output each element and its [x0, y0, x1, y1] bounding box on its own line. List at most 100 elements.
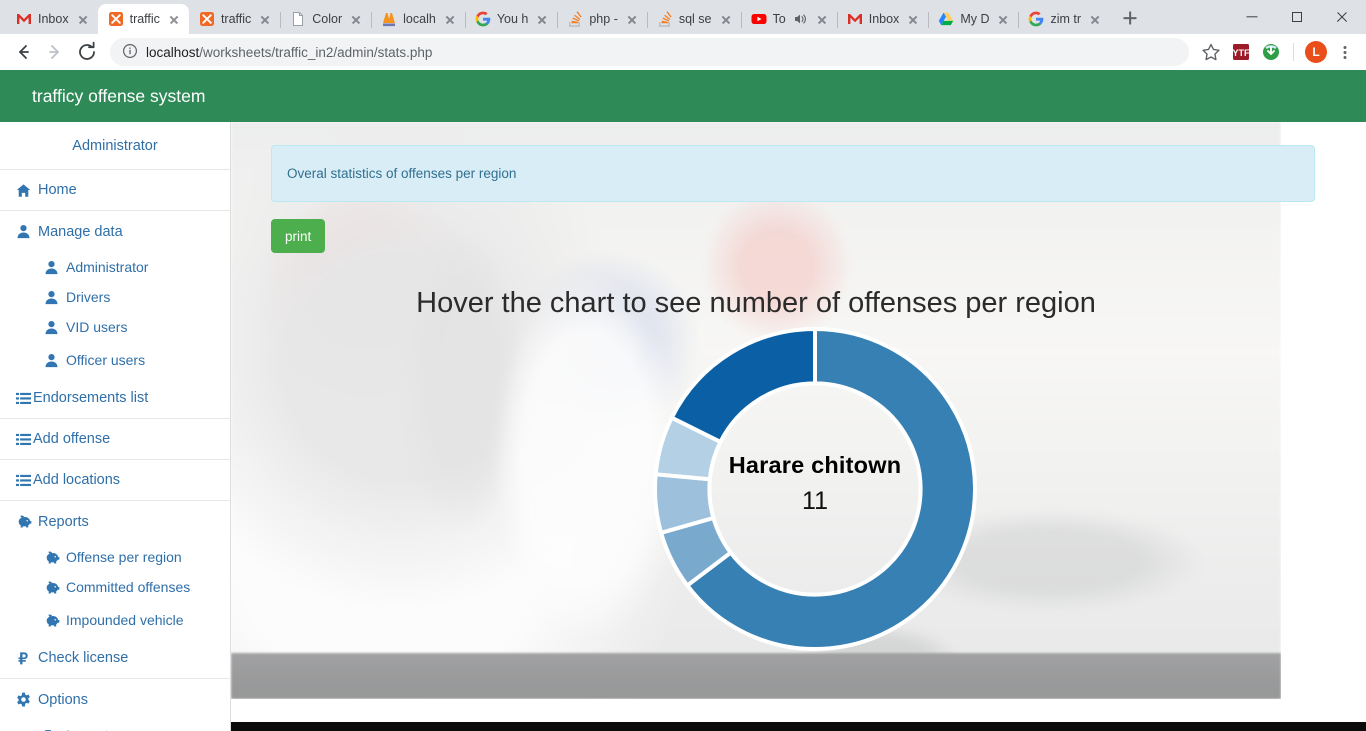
gmail-icon	[847, 11, 863, 27]
avatar[interactable]: L	[1302, 38, 1330, 66]
app-title: trafficy offense system	[32, 85, 206, 106]
close-icon[interactable]	[995, 11, 1011, 27]
google-icon	[475, 11, 491, 27]
tab-title: php -	[589, 12, 618, 26]
xampp-icon	[199, 11, 215, 27]
close-icon[interactable]	[814, 11, 830, 27]
stackoverflow-icon	[657, 11, 673, 27]
sidebar-item-label: Check license	[38, 650, 129, 666]
sidebar-item-options[interactable]: Options	[0, 679, 230, 720]
close-icon[interactable]	[624, 11, 640, 27]
google-drive-icon	[938, 11, 954, 27]
sidebar-item-offense-per-region[interactable]: Offense per region	[0, 542, 230, 572]
browser-tab[interactable]: My D	[928, 4, 1020, 34]
list-icon	[16, 432, 31, 447]
url-text: localhost/worksheets/traffic_in2/admin/s…	[146, 44, 433, 60]
browser-tab[interactable]: You h	[465, 4, 559, 34]
gmail-icon	[16, 11, 32, 27]
browser-tab[interactable]: localh	[371, 4, 466, 34]
close-icon[interactable]	[75, 11, 91, 27]
toolbar-divider	[1293, 43, 1294, 61]
close-icon[interactable]	[905, 11, 921, 27]
address-bar[interactable]: localhost/worksheets/traffic_in2/admin/s…	[110, 38, 1189, 66]
close-icon[interactable]	[718, 11, 734, 27]
browser-toolbar: localhost/worksheets/traffic_in2/admin/s…	[0, 34, 1366, 70]
web-page: trafficy offense system Administrator Ho…	[0, 70, 1366, 731]
tab-strip: Inbox traffic traffic Color localh You h…	[0, 0, 1366, 34]
new-tab-button[interactable]	[1116, 4, 1144, 32]
browser-tab[interactable]: Inbox	[6, 4, 99, 34]
donut-center-label: Harare chitown	[728, 452, 902, 478]
user-icon	[16, 224, 31, 239]
forward-icon[interactable]	[40, 37, 70, 67]
user-icon	[44, 320, 59, 335]
sidebar-item-impounded-vehicle[interactable]: Impounded vehicle	[0, 602, 230, 638]
sidebar-item-vid-users[interactable]: VID users	[0, 312, 230, 342]
speaker-icon[interactable]	[792, 11, 808, 27]
chrome-menu-icon[interactable]	[1332, 38, 1358, 66]
sidebar-item-add-offense[interactable]: Add offense	[0, 419, 230, 460]
stackoverflow-icon	[567, 11, 583, 27]
extension-idm-icon[interactable]	[1257, 38, 1285, 66]
back-icon[interactable]	[8, 37, 38, 67]
extension-ytf-icon[interactable]: YTF	[1227, 38, 1255, 66]
close-icon[interactable]	[442, 11, 458, 27]
chart-heading: Hover the chart to see number of offense…	[416, 287, 1096, 319]
tab-title: Inbox	[868, 12, 900, 26]
user-icon	[44, 260, 59, 275]
sidebar-item-committed-offenses[interactable]: Committed offenses	[0, 572, 230, 602]
sidebar-item-officer-users[interactable]: Officer users	[0, 342, 230, 378]
print-button[interactable]: print	[271, 219, 326, 253]
reload-icon[interactable]	[72, 37, 102, 67]
window-controls	[1229, 0, 1366, 34]
list-icon	[16, 473, 31, 488]
sidebar-item-label: Home	[38, 182, 77, 198]
sidebar-item-reports[interactable]: Reports	[0, 501, 230, 542]
donut-center-value: 11	[802, 487, 828, 515]
sidebar-item-manage-data[interactable]: Manage data	[0, 211, 230, 252]
browser-tab[interactable]: traffic	[189, 4, 282, 34]
sidebar-item-logout[interactable]: Logout	[0, 720, 230, 731]
svg-text:YTF: YTF	[1233, 48, 1251, 58]
close-icon[interactable]	[257, 11, 273, 27]
info-icon[interactable]	[122, 43, 138, 62]
browser-tab[interactable]: Inbox	[837, 4, 930, 34]
sidebar-item-label: Add offense	[33, 431, 111, 447]
sidebar-item-label: Logout	[66, 727, 109, 731]
page-icon	[290, 11, 306, 27]
sidebar-item-label: Add locations	[33, 472, 121, 488]
tab-title: traffic	[129, 12, 160, 26]
close-icon[interactable]	[1087, 11, 1103, 27]
piggy-bank-icon	[44, 550, 60, 565]
donut-slice[interactable]	[669, 326, 817, 445]
browser-tab[interactable]: php -	[557, 4, 648, 34]
donut-chart[interactable]: Harare chitown 11	[650, 324, 980, 654]
user-icon	[44, 290, 59, 305]
close-icon[interactable]	[348, 11, 364, 27]
browser-tab[interactable]: zim tr	[1018, 4, 1110, 34]
browser-tab-playing-audio[interactable]: To	[741, 4, 838, 34]
alert-text: Overal statistics of offenses per region	[287, 166, 517, 181]
close-icon[interactable]	[534, 11, 550, 27]
bookmark-star-icon[interactable]	[1197, 38, 1225, 66]
piggy-bank-icon	[16, 514, 32, 529]
sidebar-item-add-locations[interactable]: Add locations	[0, 460, 230, 501]
print-button-label: print	[285, 228, 312, 244]
app-header: trafficy offense system	[0, 70, 1366, 122]
close-window-button[interactable]	[1319, 1, 1364, 33]
close-icon[interactable]	[166, 11, 182, 27]
sidebar-item-drivers[interactable]: Drivers	[0, 282, 230, 312]
list-icon	[16, 391, 31, 406]
sidebar-item-endorsements-list[interactable]: Endorsements list	[0, 378, 230, 419]
tab-title: To	[772, 12, 786, 26]
browser-tab[interactable]: Color	[280, 4, 373, 34]
sidebar-item-administrator[interactable]: Administrator	[0, 252, 230, 282]
sidebar-item-label: Offense per region	[66, 549, 182, 565]
tab-title: Color	[312, 12, 343, 26]
maximize-button[interactable]	[1274, 1, 1319, 33]
browser-tab[interactable]: sql se	[647, 4, 742, 34]
sidebar-item-check-license[interactable]: Check license	[0, 638, 230, 679]
browser-tab-active[interactable]: traffic	[97, 4, 189, 34]
sidebar-item-home[interactable]: Home	[0, 170, 230, 211]
minimize-button[interactable]	[1229, 1, 1274, 33]
